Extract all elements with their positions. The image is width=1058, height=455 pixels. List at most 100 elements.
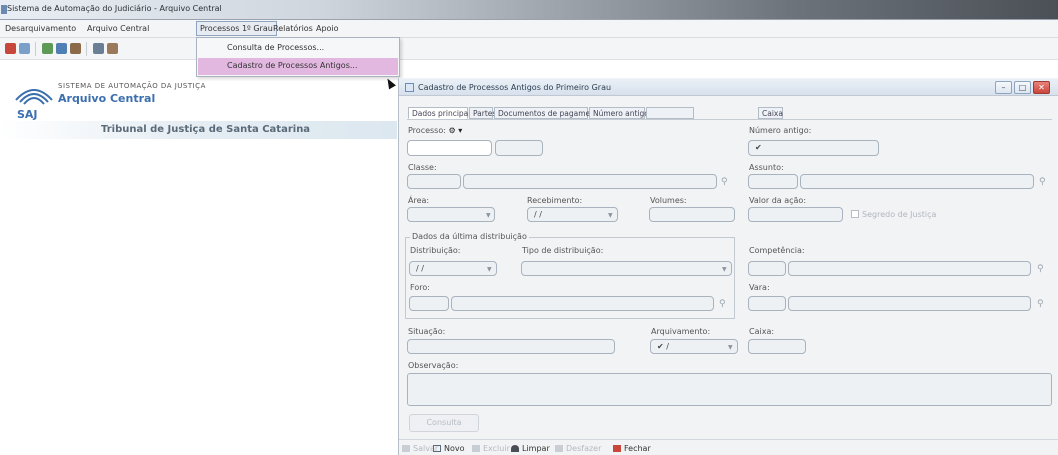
dropdown-item-cadastro[interactable]: Cadastro de Processos Antigos... [198, 58, 398, 75]
menu-processos-1-grau[interactable]: Processos 1º Grau [196, 21, 277, 36]
tipo-distribuicao-label: Tipo de distribuição: [522, 246, 604, 255]
window-icon [405, 83, 414, 92]
toolbar-separator [35, 42, 36, 56]
excluir-button[interactable]: Excluir [472, 444, 510, 453]
group-title: Dados da última distribuição [410, 232, 529, 241]
competencia-description-input[interactable] [788, 261, 1031, 276]
menu-arquivo-central[interactable]: Arquivo Central [84, 23, 152, 34]
chevron-down-icon: ▼ [728, 344, 733, 351]
pin-close-icon [613, 445, 621, 452]
tab-numero-antigo[interactable]: Número antigo [589, 107, 649, 119]
observacao-textarea[interactable] [407, 373, 1052, 406]
distribuicao-label: Distribuição: [410, 246, 461, 255]
maximize-button[interactable]: □ [1014, 81, 1031, 94]
tab-divider [407, 119, 1052, 120]
fechar-button[interactable]: Fechar [613, 444, 651, 453]
processo-input-suffix[interactable] [495, 140, 543, 156]
chevron-down-icon: ▼ [608, 212, 613, 219]
undo-icon [555, 445, 563, 452]
menu-apoio[interactable]: Apoio [313, 23, 342, 34]
saj-logo [15, 89, 53, 105]
window-title: Cadastro de Processos Antigos do Primeir… [418, 83, 612, 92]
competencia-label: Competência: [749, 246, 805, 255]
recebimento-label: Recebimento: [527, 196, 583, 205]
foro-description-input[interactable] [451, 296, 714, 311]
vara-search-icon[interactable]: ⚲ [1037, 299, 1044, 309]
caixa-label: Caixa: [749, 327, 775, 336]
processo-input[interactable] [407, 140, 492, 156]
mouse-cursor-icon [384, 76, 396, 90]
minimize-button[interactable]: – [995, 81, 1012, 94]
system-name: SISTEMA DE AUTOMAÇÃO DA JUSTIÇA [58, 82, 206, 90]
foro-search-icon[interactable]: ⚲ [719, 299, 726, 309]
window-title-bar: Cadastro de Processos Antigos do Primeir… [399, 79, 1058, 96]
classe-search-icon[interactable]: ⚲ [721, 177, 728, 187]
archive-icon[interactable] [70, 43, 81, 54]
volumes-label: Volumes: [650, 196, 687, 205]
vara-description-input[interactable] [788, 296, 1031, 311]
desfazer-button[interactable]: Desfazer [555, 444, 601, 453]
competencia-code-input[interactable] [748, 261, 786, 276]
binoculars-icon[interactable] [93, 43, 104, 54]
app-name: Arquivo Central [58, 92, 156, 105]
document-icon[interactable] [42, 43, 53, 54]
new-icon [433, 445, 441, 452]
competencia-search-icon[interactable]: ⚲ [1037, 264, 1044, 274]
tab-documentos-pagamento[interactable]: Documentos de pagamento [494, 107, 602, 119]
tab-dados-principais[interactable]: Dados principais [408, 107, 474, 119]
situacao-label: Situação: [408, 327, 446, 336]
area-select[interactable]: ▼ [407, 207, 495, 222]
recebimento-date-input[interactable]: / / ▼ [527, 207, 618, 222]
segredo-label: Segredo de Justiça [862, 210, 937, 219]
consulta-button[interactable]: Consulta [409, 414, 479, 432]
numero-antigo-label: Número antigo: [749, 126, 812, 135]
tab-partes[interactable]: Partes [469, 107, 496, 119]
vara-code-input[interactable] [748, 296, 786, 311]
delete-icon [472, 445, 480, 452]
menu-desarquivamento[interactable]: Desarquivamento [2, 23, 79, 34]
chevron-down-icon: ▼ [722, 266, 727, 273]
tipo-distribuicao-select[interactable]: ▼ [521, 261, 732, 276]
limpar-button[interactable]: Limpar [511, 444, 550, 453]
main-toolbar [0, 38, 1058, 60]
processos-dropdown-menu: Consulta de Processos... Cadastro de Pro… [196, 37, 400, 77]
observacao-label: Observação: [408, 361, 459, 370]
caixa-input[interactable] [748, 339, 806, 354]
main-title-bar: Sistema de Automação do Judiciário - Arq… [0, 0, 1058, 20]
segredo-checkbox[interactable] [851, 210, 859, 218]
volumes-input[interactable] [649, 207, 735, 222]
close-window-button[interactable]: ✕ [1033, 81, 1050, 94]
area-label: Área: [408, 196, 430, 205]
pin-icon[interactable] [5, 43, 16, 54]
foro-label: Foro: [410, 283, 430, 292]
valor-acao-input[interactable] [748, 207, 843, 222]
chevron-down-icon: ▼ [486, 212, 491, 219]
print-icon[interactable] [107, 43, 118, 54]
arquivamento-label: Arquivamento: [651, 327, 711, 336]
menu-relatorios[interactable]: Relatórios [270, 23, 316, 34]
situacao-input[interactable] [407, 339, 615, 354]
novo-button[interactable]: Novo [433, 444, 465, 453]
broom-icon [511, 445, 519, 452]
list-icon[interactable] [56, 43, 67, 54]
assunto-description-input[interactable] [800, 174, 1034, 189]
court-name: Tribunal de Justiça de Santa Catarina [101, 124, 311, 135]
distribuicao-date-input[interactable]: / / ▼ [409, 261, 497, 276]
bottom-toolbar: Salvar Novo Excluir Limpar Desfazer Fech… [399, 439, 1058, 455]
numero-antigo-input[interactable]: ✔ [748, 140, 879, 156]
foro-code-input[interactable] [409, 296, 449, 311]
menu-bar: Desarquivamento Arquivo Central Processo… [0, 20, 1058, 38]
saj-logo-text: SAJ [17, 108, 38, 121]
arquivamento-date-input[interactable]: ✔ / ▼ [650, 339, 738, 354]
tab-disabled [646, 107, 694, 119]
toolbar-separator [86, 42, 87, 56]
assunto-code-input[interactable] [748, 174, 798, 189]
assunto-search-icon[interactable]: ⚲ [1039, 177, 1046, 187]
app-title: Sistema de Automação do Judiciário - Arq… [7, 4, 222, 13]
assunto-label: Assunto: [749, 163, 784, 172]
tab-caixa[interactable]: Caixa [758, 107, 783, 119]
refresh-icon[interactable] [19, 43, 30, 54]
dropdown-item-consulta[interactable]: Consulta de Processos... [198, 40, 398, 57]
classe-description-input[interactable] [463, 174, 717, 189]
classe-code-input[interactable] [407, 174, 461, 189]
